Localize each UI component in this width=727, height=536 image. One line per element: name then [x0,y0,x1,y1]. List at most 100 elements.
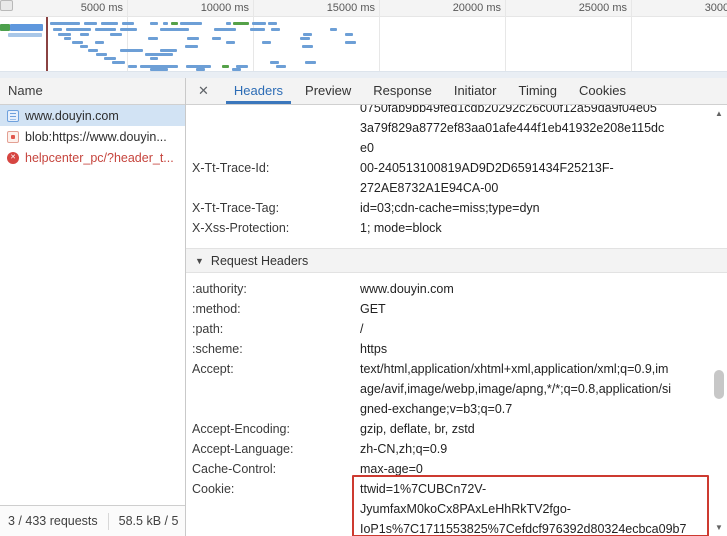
header-value: zh-CN,zh;q=0.9 [360,439,727,459]
header-row: :method:GET [186,299,727,319]
close-icon[interactable]: ✕ [198,83,209,99]
header-value-line: zh-CN,zh;q=0.9 [360,439,727,459]
header-row: X-Tt-Trace-Tag:id=03;cdn-cache=miss;type… [186,198,727,218]
header-value-line: gned-exchange;v=b3;q=0.7 [360,399,727,419]
waterfall-bar [196,68,205,71]
header-name: X-Tt-Trace-Id: [192,158,360,198]
waterfall-bar [160,28,189,31]
waterfall-bar [180,22,202,25]
request-row[interactable]: www.douyin.com [0,105,185,126]
header-name: :method: [192,299,360,319]
section-title: Request Headers [211,254,308,268]
waterfall-bar [300,37,310,40]
header-value-line: https [360,339,727,359]
header-value-line: age/avif,image/webp,image/apng,*/*;q=0.8… [360,379,727,399]
waterfall-bar [104,57,116,60]
header-value: 00-240513100819AD9D2D6591434F25213F-272A… [360,158,727,198]
tab-headers[interactable]: Headers [223,78,294,104]
timeline-tick-label: 10000 ms [187,2,249,14]
header-name: :path: [192,319,360,339]
load-event-line [46,17,48,71]
header-value-line: 272AE8732A1E94CA-00 [360,178,727,198]
timeline-tick-label: 15000 ms [313,2,375,14]
header-value: 1; mode=block [360,218,727,238]
waterfall-bar [160,49,177,52]
timeline-gridline [505,0,506,71]
waterfall-bar [330,28,337,31]
header-row: Accept-Encoding:gzip, deflate, br, zstd [186,419,727,439]
header-row: Accept-Language:zh-CN,zh;q=0.9 [186,439,727,459]
header-row: 0750fab9bb49fed1cdb20292c26c00f12a59da9f… [186,105,727,158]
header-row: Cookie:ttwid=1%7CUBCn72V-JyumfaxM0koCx8P… [186,479,727,536]
header-row: :path:/ [186,319,727,339]
header-value: www.douyin.com [360,279,727,299]
requests-sidebar: Name www.douyin.comblob:https://www.douy… [0,78,186,536]
waterfall-bar [262,41,271,44]
waterfall-bar [50,22,80,25]
header-value: GET [360,299,727,319]
header-name: Accept-Language: [192,439,360,459]
header-name: Cookie: [192,479,360,536]
request-row[interactable]: helpcenter_pc/?header_t... [0,147,185,168]
header-name: Accept: [192,359,360,419]
scroll-down-icon[interactable]: ▼ [712,523,726,532]
request-headers-section-header[interactable]: ▼Request Headers [186,248,727,273]
waterfall-bar [148,37,158,40]
name-column-header[interactable]: Name [0,78,185,105]
tab-initiator[interactable]: Initiator [443,78,508,104]
waterfall-bar [95,41,104,44]
header-name: :scheme: [192,339,360,359]
waterfall-bar [101,22,118,25]
waterfall-bar [88,49,98,52]
header-name: X-Xss-Protection: [192,218,360,238]
waterfall-bar [128,65,137,68]
header-name: :authority: [192,279,360,299]
waterfall-bar [226,41,235,44]
header-value: ttwid=1%7CUBCn72V-JyumfaxM0koCx8PAxLeHhR… [360,479,727,536]
requests-list: www.douyin.comblob:https://www.douyin...… [0,105,185,168]
header-row: Accept:text/html,application/xhtml+xml,a… [186,359,727,419]
waterfall-bar [150,68,168,71]
waterfall-bar [268,22,277,25]
timeline-gridline [631,0,632,71]
timeline-gridline [253,0,254,71]
network-overview[interactable]: 5000 ms10000 ms15000 ms20000 ms25000 ms3… [0,0,727,78]
waterfall-bar [163,22,168,25]
selected-request-bar [0,24,10,31]
waterfall-bar [305,61,316,64]
header-value-line: gzip, deflate, br, zstd [360,419,727,439]
transferred-size: 58.5 kB / 5 [119,514,179,528]
header-value-line: JyumfaxM0koCx8PAxLeHhRkTV2fgo- [360,499,727,519]
tab-preview[interactable]: Preview [294,78,362,104]
waterfall-bar [345,33,353,36]
waterfall-bar [212,37,221,40]
request-row[interactable]: blob:https://www.douyin... [0,126,185,147]
waterfall-bar [271,28,280,31]
tab-cookies[interactable]: Cookies [568,78,637,104]
scrollbar[interactable]: ▲ ▼ [712,107,726,534]
header-row: Cache-Control:max-age=0 [186,459,727,479]
header-value-line: e0 [360,138,727,158]
tab-timing[interactable]: Timing [507,78,568,104]
overview-bottom-strip [0,71,727,78]
timeline-tick-label: 5000 ms [61,2,123,14]
timeline-gridline [379,0,380,71]
header-row: X-Tt-Trace-Id:00-240513100819AD9D2D65914… [186,158,727,198]
error-icon [7,152,19,164]
header-value: max-age=0 [360,459,727,479]
name-column-label: Name [8,83,43,98]
waterfall-bar [120,28,137,31]
waterfall-bar [72,41,83,44]
header-value-line: IoP1s%7C1711553825%7Cefdcf976392d80324ec… [360,519,727,536]
waterfall-bar [187,37,199,40]
tab-response[interactable]: Response [362,78,443,104]
header-name: Accept-Encoding: [192,419,360,439]
waterfall-bar [96,53,107,56]
header-value-line: www.douyin.com [360,279,727,299]
scroll-up-icon[interactable]: ▲ [712,109,726,118]
waterfall-bar [110,33,122,36]
scrollbar-thumb[interactable] [714,370,724,399]
waterfall-bar [222,65,229,68]
header-value-line: max-age=0 [360,459,727,479]
headers-content[interactable]: 0750fab9bb49fed1cdb20292c26c00f12a59da9f… [186,105,727,536]
